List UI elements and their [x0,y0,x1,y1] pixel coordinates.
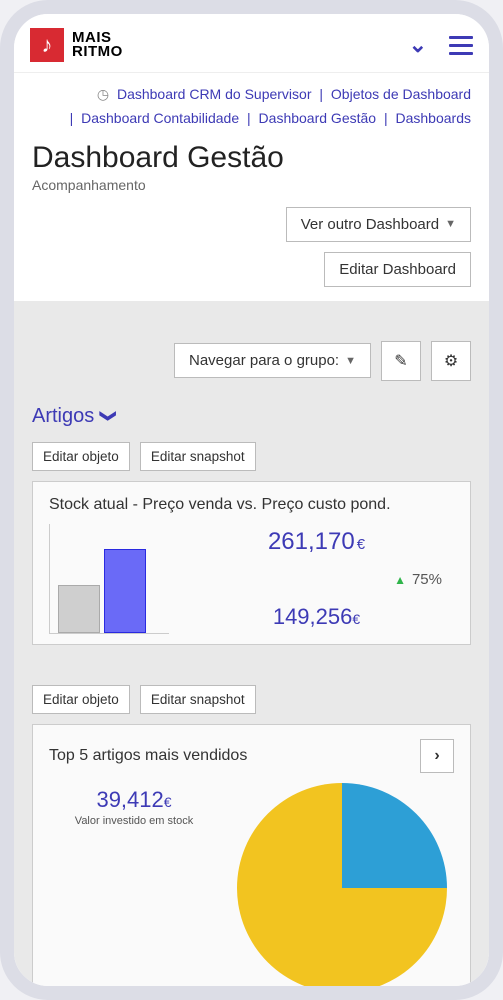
top5-body: 39,412€ Valor investido em stock [49,783,454,986]
clock-icon: ◷ [97,86,109,102]
page-subtitle: Acompanhamento [32,177,471,193]
section-title: Artigos [32,405,94,428]
stock-card-title: Stock atual - Preço venda vs. Preço cust… [49,496,454,514]
gear-button[interactable]: ⚙ [431,341,471,381]
screen: ♪ MAIS RITMO ⌄ ◷ Dashboard CRM do Superv… [14,14,489,986]
title-actions: Ver outro Dashboard ▼ Editar Dashboard [32,207,471,287]
edit-object-button[interactable]: Editar objeto [32,685,130,714]
edit-dashboard-button[interactable]: Editar Dashboard [324,252,471,287]
edit-object-button[interactable]: Editar objeto [32,442,130,471]
title-block: Dashboard Gestão Acompanhamento Ver outr… [14,135,489,301]
caret-down-icon: ▼ [345,355,356,367]
see-other-dashboard-button[interactable]: Ver outro Dashboard ▼ [286,207,471,242]
gear-icon: ⚙ [444,351,458,371]
pencil-button[interactable]: ✎ [381,341,421,381]
top5-left: 39,412€ Valor investido em stock [49,783,219,986]
caret-down-icon: ▼ [445,218,456,230]
edit-row: Editar objeto Editar snapshot [32,442,471,471]
pencil-icon: ✎ [394,351,407,371]
hamburger-menu-icon[interactable] [449,36,473,55]
logo-text: MAIS RITMO [72,31,123,60]
stock-pct: ▲ 75% [179,571,454,588]
breadcrumb-link[interactable]: Dashboard CRM do Supervisor [117,86,312,102]
phone-frame: ♪ MAIS RITMO ⌄ ◷ Dashboard CRM do Superv… [0,0,503,1000]
triangle-up-icon: ▲ [394,573,406,587]
chevron-down-icon[interactable]: ⌄ [409,32,427,58]
breadcrumb-link[interactable]: Objetos de Dashboard [331,86,471,102]
top5-card: Top 5 artigos mais vendidos › 39,412€ Va… [32,724,471,986]
breadcrumb-link[interactable]: Dashboard Contabilidade [81,110,239,126]
topbar: ♪ MAIS RITMO ⌄ [14,14,489,73]
expand-button[interactable]: › [420,739,454,773]
top5-value: 39,412€ [49,787,219,813]
chevron-right-icon: › [434,747,439,765]
edit-snapshot-button[interactable]: Editar snapshot [140,685,256,714]
stock-value-top: 261,170€ [179,528,454,556]
group-nav-row: Navegar para o grupo: ▼ ✎ ⚙ [32,341,471,381]
top5-pie-chart [237,783,447,986]
bar-cost [58,585,100,633]
pie-wrap [229,783,454,986]
stock-card: Stock atual - Preço venda vs. Preço cust… [32,481,471,645]
logo-line2: RITMO [72,45,123,59]
stock-bar-chart [49,524,169,634]
topbar-actions: ⌄ [409,32,473,58]
logo[interactable]: ♪ MAIS RITMO [30,28,123,62]
top5-card-header: Top 5 artigos mais vendidos › [49,739,454,773]
top5-card-title: Top 5 artigos mais vendidos [49,747,247,765]
page-title: Dashboard Gestão [32,141,471,175]
edit-snapshot-button[interactable]: Editar snapshot [140,442,256,471]
section-artigos-header[interactable]: Artigos ❯ [32,405,471,428]
chevron-down-icon: ❯ [99,409,119,422]
breadcrumb: ◷ Dashboard CRM do Supervisor | Objetos … [14,73,489,135]
breadcrumb-link[interactable]: Dashboard Gestão [259,110,377,126]
navigate-group-dropdown[interactable]: Navegar para o grupo: ▼ [174,343,371,378]
edit-row: Editar objeto Editar snapshot [32,685,471,714]
stock-value-bottom: 149,256€ [179,604,454,630]
bar-sale [104,549,146,633]
stock-values: 261,170€ ▲ 75% 149,256€ [179,524,454,634]
dashboard-body: Navegar para o grupo: ▼ ✎ ⚙ Artigos ❯ .s… [14,301,489,986]
top5-subtitle: Valor investido em stock [49,815,219,827]
stock-card-body: 261,170€ ▲ 75% 149,256€ [49,524,454,634]
breadcrumb-link[interactable]: Dashboards [396,110,472,126]
music-note-icon: ♪ [30,28,64,62]
